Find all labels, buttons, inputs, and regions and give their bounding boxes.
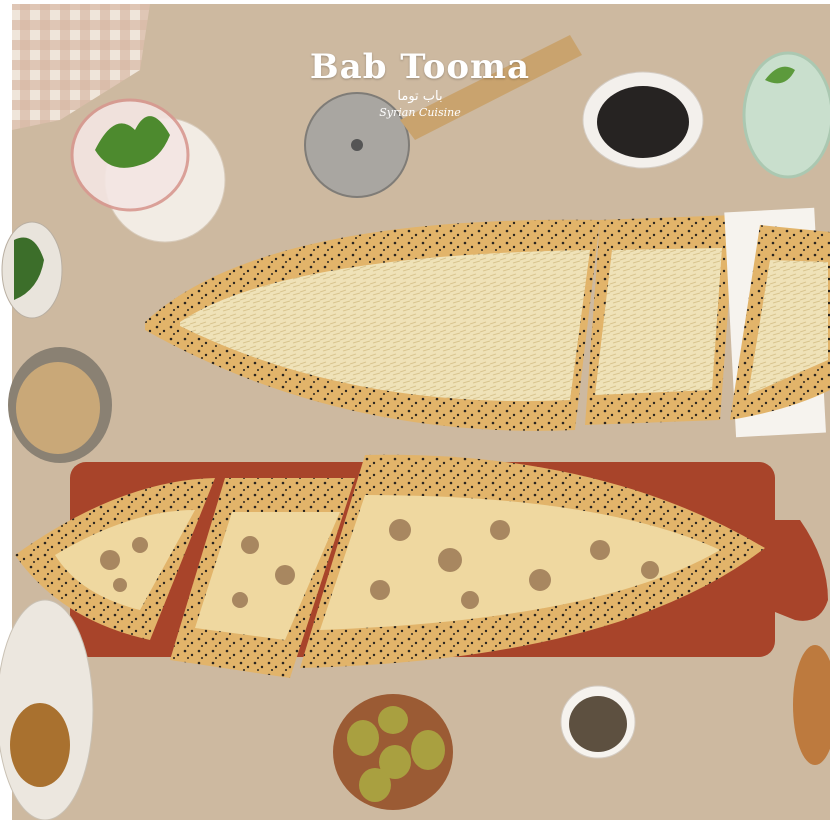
brand-subtitle: Syrian Cuisine: [379, 106, 461, 119]
brand-name: Bab Tooma: [309, 47, 531, 87]
food-photo: Bab Tooma باب توما Syrian Cuisine: [0, 0, 830, 820]
brand-logo: Bab Tooma باب توما Syrian Cuisine: [300, 48, 540, 120]
sumac-bowl: [10, 703, 70, 787]
brand-arabic-name: باب توما: [397, 89, 443, 104]
photo-scene: [0, 0, 830, 820]
